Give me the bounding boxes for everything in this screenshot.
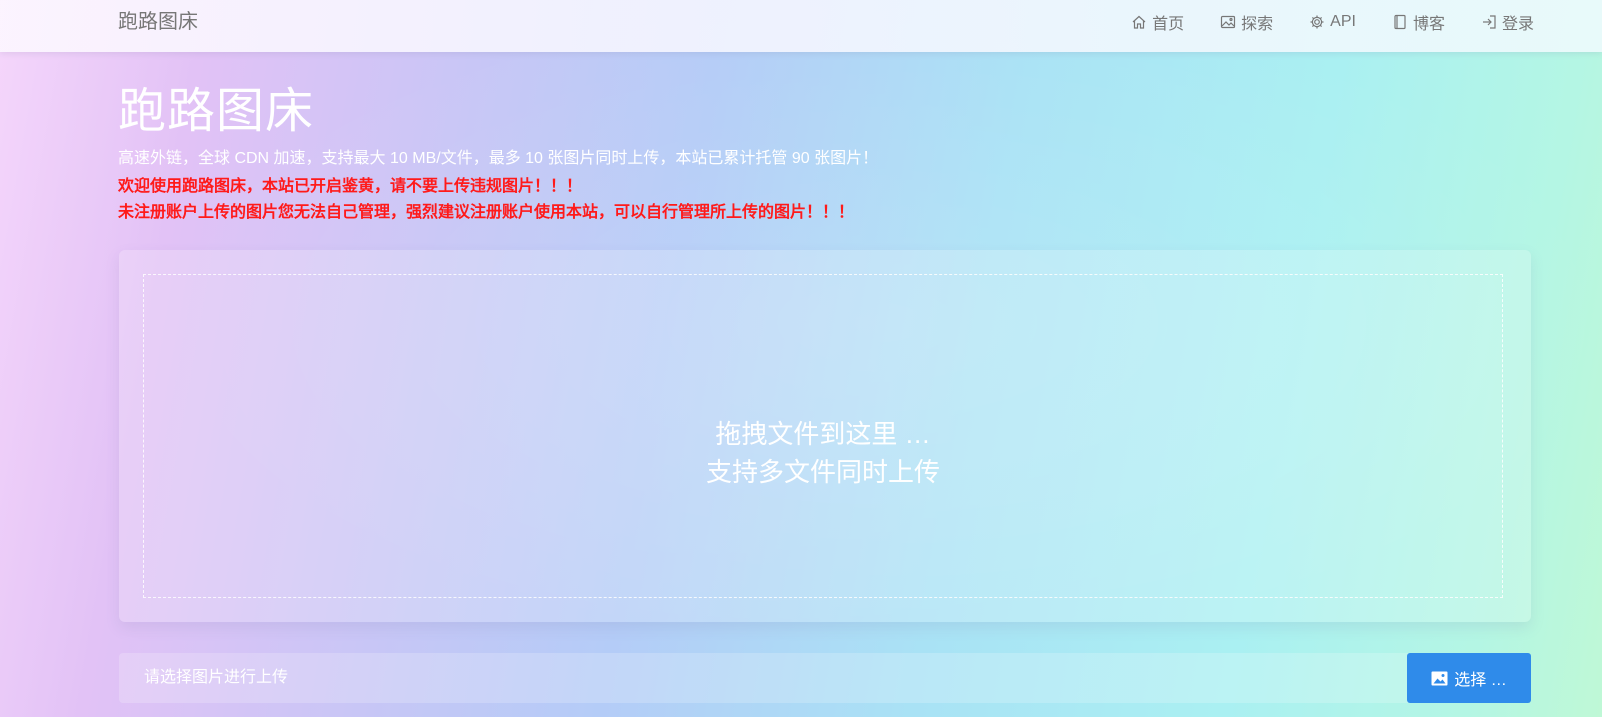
nav-label-api: API (1330, 13, 1356, 30)
image-icon (1221, 15, 1236, 29)
nav-item-explore[interactable]: 探索 (1220, 10, 1273, 34)
home-icon (1132, 15, 1146, 29)
dropzone-line-drag: 拖拽文件到这里 … (715, 419, 931, 449)
dropzone-line-multi: 支持多文件同时上传 (705, 457, 940, 487)
nav-label-blog: 博客 (1412, 16, 1445, 33)
warning-notice-content: 欢迎使用跑路图床，本站已开启鉴黄，请不要上传违规图片！！！ (118, 178, 583, 195)
nav-item-api[interactable]: API (1309, 13, 1356, 31)
nav-label-home: 首页 (1152, 16, 1185, 33)
page-title: 跑路图床 (118, 85, 315, 138)
file-drop-zone[interactable]: 拖拽文件到这里 … 支持多文件同时上传 (143, 274, 1503, 598)
nav-item-home[interactable]: 首页 (1131, 10, 1184, 34)
dropzone-card: 拖拽文件到这里 … 支持多文件同时上传 (119, 250, 1531, 622)
image-icon (1431, 671, 1448, 685)
nav-item-blog[interactable]: 博客 (1392, 10, 1445, 34)
brand-logo[interactable]: 跑路图床 (118, 0, 198, 44)
nav-label-login: 登录 (1501, 16, 1534, 33)
login-icon (1482, 15, 1496, 29)
page-subtitle: 高速外链，全球 CDN 加速，支持最大 10 MB/文件，最多 10 张图片同时… (118, 150, 879, 167)
warning-notice-account: 未注册账户上传的图片您无法自己管理，强烈建议注册账户使用本站，可以自行管理所上传… (118, 204, 855, 221)
choose-file-button[interactable]: 选择 … (1407, 653, 1531, 703)
file-input-bar[interactable]: 请选择图片进行上传 选择 … (119, 653, 1531, 703)
nav-item-login[interactable]: 登录 (1481, 10, 1534, 34)
top-navbar: 跑路图床 首页 探索 API 博客 登录 (0, 0, 1602, 52)
dropzone-caption: 拖拽文件到这里 … 支持多文件同时上传 (144, 415, 1502, 491)
gear-icon (1310, 15, 1324, 29)
nav-menu: 首页 探索 API 博客 登录 (1095, 0, 1534, 44)
file-input-placeholder: 请选择图片进行上传 (144, 669, 289, 686)
choose-file-label: 选择 … (1454, 672, 1507, 689)
nav-label-explore: 探索 (1241, 16, 1274, 33)
book-icon (1394, 14, 1406, 30)
